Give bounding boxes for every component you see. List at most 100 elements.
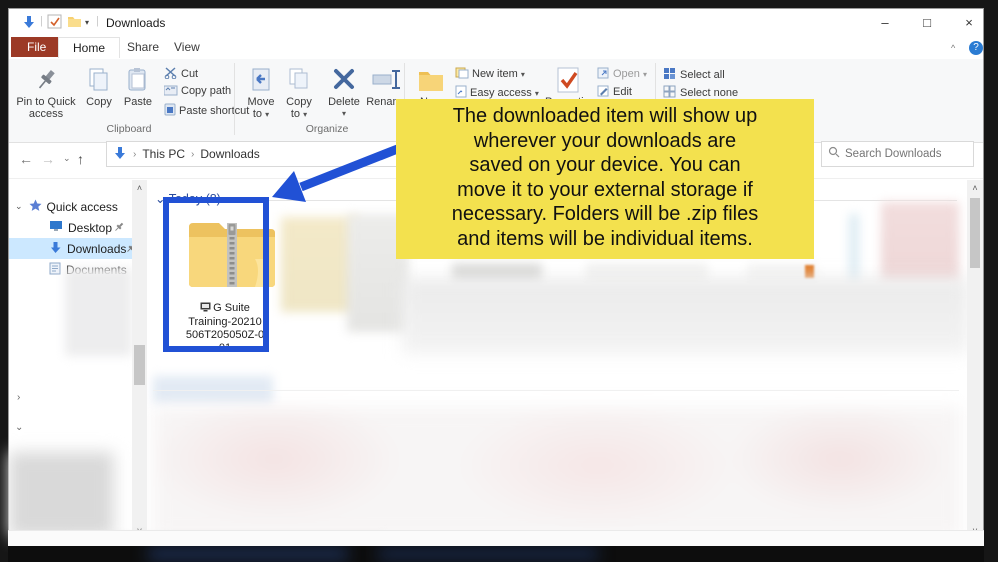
copy-button[interactable]: Copy — [81, 67, 117, 108]
documents-icon — [49, 262, 61, 278]
paste-button[interactable]: Paste — [119, 67, 157, 108]
desktop-icon — [49, 220, 63, 235]
up-button[interactable]: ↑ — [77, 151, 84, 167]
qat-separator2: | — [96, 15, 99, 27]
move-to-icon — [249, 67, 273, 93]
rename-icon — [372, 67, 402, 93]
edit-label: Edit — [613, 86, 632, 98]
minimize-button[interactable]: – — [870, 15, 900, 30]
back-button[interactable]: ← — [19, 151, 33, 167]
crumb-downloads[interactable]: Downloads — [200, 147, 259, 161]
paste-shortcut-button[interactable]: Paste shortcut — [164, 103, 249, 119]
select-all-label: Select all — [680, 69, 725, 81]
ribbon-tab-row: File Home Share View ^ ? — [9, 37, 983, 59]
organize-group-label: Organize — [267, 123, 387, 135]
open-label: Open — [613, 68, 640, 80]
scissors-icon — [164, 67, 178, 82]
sidebar-scrollbar[interactable]: ˄ ˅ — [132, 180, 147, 539]
crumb-chevron: › — [133, 149, 136, 160]
scrollbar-thumb[interactable] — [970, 198, 980, 268]
copy-to-label: Copy to ▾ — [281, 96, 317, 121]
annotation-highlight-rectangle — [163, 197, 269, 352]
easy-access-label: Easy access — [470, 87, 532, 99]
copy-to-icon — [287, 67, 311, 93]
redacted-taskbar-blob — [148, 550, 348, 558]
downloads-label: Downloads — [67, 242, 126, 256]
delete-caret: ▾ — [323, 108, 365, 120]
tab-view[interactable]: View — [160, 37, 214, 57]
forward-button[interactable]: → — [41, 151, 55, 167]
select-none-label: Select none — [680, 87, 738, 99]
delete-x-icon — [331, 67, 357, 93]
new-item-button[interactable]: New item ▾ — [455, 67, 525, 82]
redacted-blue-sliver — [849, 214, 859, 282]
tab-home[interactable]: Home — [58, 37, 120, 58]
paste-shortcut-label: Paste shortcut — [179, 105, 249, 117]
scroll-up-arrow[interactable]: ˄ — [132, 183, 147, 193]
quick-access-chevron[interactable]: ⌄ — [15, 201, 23, 212]
group-separator — [234, 63, 235, 135]
copy-label: Copy — [81, 96, 117, 108]
delete-button[interactable]: Delete ▾ — [323, 67, 365, 120]
paste-label: Paste — [119, 96, 157, 108]
faint-divider — [153, 390, 959, 391]
properties-check-icon — [556, 67, 582, 93]
sidebar-item-downloads[interactable]: Downloads — [9, 238, 132, 259]
quick-access-label: Quick access — [47, 200, 118, 214]
tab-file[interactable]: File — [11, 37, 62, 57]
scroll-up-arrow[interactable]: ˄ — [967, 183, 983, 193]
title-bar: | ▾ | Downloads – □ × — [9, 9, 983, 37]
crumb-this-pc[interactable]: This PC — [142, 147, 185, 161]
navigation-pane: ⌄ Quick access Desktop Downloads Documen… — [9, 180, 132, 539]
crumb-chevron2: › — [191, 149, 194, 160]
pin-to-quick-access-button[interactable]: Pin to Quick access — [15, 67, 77, 120]
select-all-button[interactable]: Select all — [663, 67, 725, 83]
desktop-label: Desktop — [68, 221, 112, 235]
paste-icon — [126, 67, 150, 93]
search-icon — [828, 145, 840, 163]
redacted-wide-block — [402, 278, 967, 354]
copy-path-icon — [164, 85, 178, 99]
new-item-icon — [455, 67, 469, 82]
quick-access-star-icon — [29, 199, 42, 215]
address-downloads-icon — [113, 146, 127, 163]
copy-to-button[interactable]: Copy to ▾ — [281, 67, 317, 121]
scrollbar-thumb[interactable] — [134, 345, 145, 385]
status-bar — [8, 530, 984, 546]
help-icon[interactable]: ? — [969, 41, 983, 55]
bottom-frame-strip — [8, 546, 984, 562]
close-button[interactable]: × — [954, 15, 984, 30]
annotation-callout: The downloaded item will show up whereve… — [396, 99, 814, 259]
qat-checkbox-icon[interactable] — [47, 14, 62, 34]
cut-button[interactable]: Cut — [164, 67, 198, 82]
cut-label: Cut — [181, 68, 198, 80]
edit-icon — [597, 85, 610, 100]
qat-caret-icon[interactable]: ▾ — [85, 18, 89, 27]
sidebar-collapse-chevron[interactable]: ⌄ — [15, 422, 23, 433]
downloads-icon — [49, 241, 62, 257]
maximize-button[interactable]: □ — [912, 15, 942, 30]
explorer-window: | ▾ | Downloads – □ × File Home Share Vi… — [8, 8, 984, 546]
paste-shortcut-icon — [164, 103, 176, 119]
sidebar-item-desktop[interactable]: Desktop — [9, 217, 132, 238]
redacted-lower-region — [153, 407, 961, 537]
pin-icon — [114, 221, 124, 235]
qat-separator: | — [40, 15, 43, 27]
clipboard-group-label: Clipboard — [69, 123, 189, 135]
search-box[interactable] — [821, 141, 974, 167]
new-item-label: New item — [472, 68, 518, 80]
collapse-ribbon-icon[interactable]: ^ — [951, 43, 955, 53]
recent-locations-caret[interactable]: ⌄ — [63, 153, 71, 164]
open-button[interactable]: Open ▾ — [597, 67, 647, 82]
sidebar-item-quick-access[interactable]: ⌄ Quick access — [9, 196, 132, 217]
move-to-button[interactable]: Move to ▾ — [243, 67, 279, 121]
sidebar-expand-chevron[interactable]: › — [17, 392, 20, 403]
new-folder-icon — [417, 67, 445, 93]
edit-button[interactable]: Edit — [597, 85, 632, 100]
qat-folder-icon[interactable] — [67, 14, 82, 33]
screenshot-frame: | ▾ | Downloads – □ × File Home Share Vi… — [0, 0, 998, 562]
downloads-arrow-icon — [21, 14, 37, 35]
copy-path-button[interactable]: Copy path — [164, 85, 231, 99]
content-scrollbar[interactable]: ˄ ˅ — [967, 180, 983, 539]
search-input[interactable] — [845, 148, 960, 160]
